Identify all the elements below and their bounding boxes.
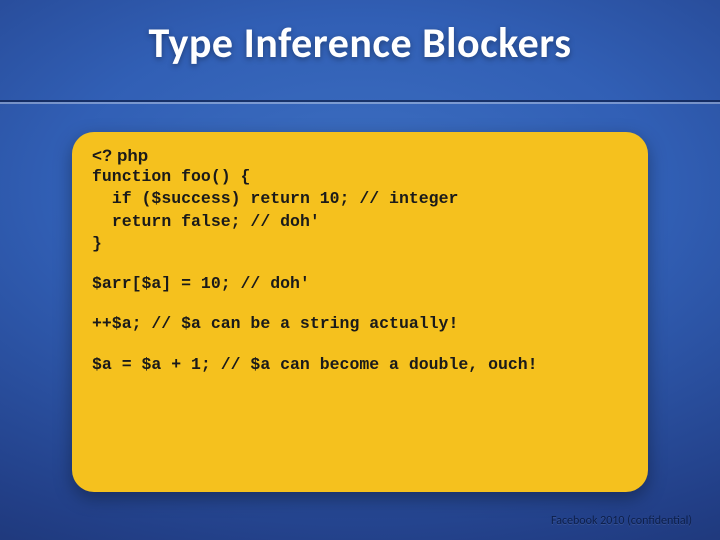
code-open-tag: <? php: [92, 146, 628, 166]
code-line-arr: $arr[$a] = 10; // doh': [92, 273, 628, 295]
slide: Type Inference Blockers <? php function …: [0, 0, 720, 540]
code-line-fn: function foo() {: [92, 166, 628, 188]
code-panel: <? php function foo() { if ($success) re…: [72, 132, 648, 492]
divider-bottom: [0, 102, 720, 104]
code-line-if: if ($success) return 10; // integer: [92, 188, 628, 210]
code-line-inc: ++$a; // $a can be a string actually!: [92, 313, 628, 335]
spacer: [92, 336, 628, 354]
code-line-close: }: [92, 233, 628, 255]
code-line-return: return false; // doh': [92, 211, 628, 233]
slide-title: Type Inference Blockers: [0, 18, 720, 69]
spacer: [92, 255, 628, 273]
code-line-sum: $a = $a + 1; // $a can become a double, …: [92, 354, 628, 376]
spacer: [92, 295, 628, 313]
footer-label: Facebook 2010 (confidential): [551, 514, 692, 528]
